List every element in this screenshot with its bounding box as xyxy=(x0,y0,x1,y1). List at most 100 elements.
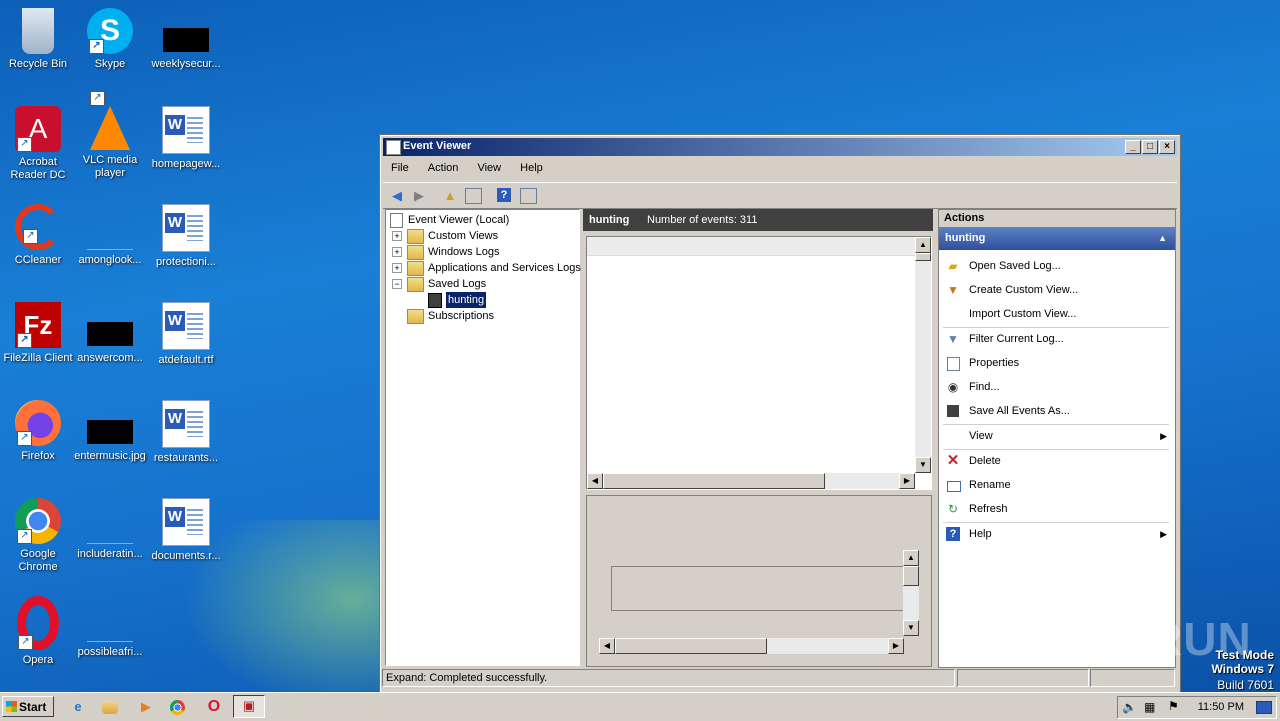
event-details-pane: ▲ ▼ ◀ ▶ xyxy=(586,495,932,667)
desktop-icon-includeratin[interactable]: includeratin... xyxy=(72,498,148,561)
clock[interactable]: 11:50 PM xyxy=(1198,701,1244,713)
action-refresh[interactable]: ↻ Refresh xyxy=(939,498,1175,520)
desktop-icon-entermusic[interactable]: entermusic.jpg xyxy=(72,400,148,463)
expand-icon[interactable]: + xyxy=(392,247,402,257)
action-create-custom-view[interactable]: ▼ Create Custom View... xyxy=(939,279,1175,301)
action-label: View xyxy=(969,430,993,442)
action-label: Find... xyxy=(969,381,1000,393)
show-hide-tree-icon[interactable] xyxy=(465,188,482,204)
desktop-icon-recycle-bin[interactable]: Recycle Bin xyxy=(0,8,76,71)
action-find[interactable]: ◉ Find... xyxy=(939,376,1175,398)
image-thumbnail-icon xyxy=(87,302,133,348)
delete-icon: ✕ xyxy=(946,452,960,469)
help-icon[interactable]: ? xyxy=(497,188,511,202)
horizontal-scrollbar[interactable]: ◀ ▶ xyxy=(599,638,904,654)
desktop-icon-skype[interactable]: S ↗ Skype xyxy=(72,8,148,71)
scroll-right-icon[interactable]: ▶ xyxy=(899,473,915,489)
desktop-icon-restaurants[interactable]: W restaurants... xyxy=(148,400,224,465)
scroll-right-icon[interactable]: ▶ xyxy=(888,638,904,654)
desktop-icon-protectioni[interactable]: W protectioni... xyxy=(148,204,224,269)
desktop-icon-answercom[interactable]: answercom... xyxy=(72,302,148,365)
desktop-icon-amonglook[interactable]: amonglook... xyxy=(72,204,148,267)
desktop-icon-possibleafri[interactable]: possibleafri... xyxy=(72,596,148,659)
menu-file[interactable]: File xyxy=(383,159,417,177)
menu-bar: File Action View Help xyxy=(383,159,1177,179)
action-center-flag-icon[interactable]: ⚑ xyxy=(1168,699,1179,713)
chrome-taskbar-icon[interactable] xyxy=(170,700,185,715)
desktop-icon-opera[interactable]: ↗ Opera xyxy=(0,596,76,667)
action-save-all-events[interactable]: Save All Events As... xyxy=(939,400,1175,422)
event-count: Number of events: 311 xyxy=(647,214,758,226)
word-document-icon: W xyxy=(162,498,210,546)
minimize-button[interactable]: _ xyxy=(1125,140,1141,154)
scroll-down-icon[interactable]: ▼ xyxy=(903,620,919,636)
title-bar[interactable]: Event Viewer _ □ × xyxy=(383,138,1177,156)
scroll-thumb[interactable] xyxy=(603,473,825,489)
forward-arrow-icon[interactable]: ▶ xyxy=(410,187,428,204)
column-header[interactable] xyxy=(587,237,915,256)
icon-label: Skype xyxy=(94,58,126,70)
desktop-icon-vlc[interactable]: ↗ VLC media player xyxy=(72,91,148,180)
desktop-icon-ccleaner[interactable]: ↗ CCleaner xyxy=(0,204,76,267)
icon-label: Google Chrome xyxy=(18,548,58,573)
event-viewer-taskbar-button[interactable]: ▣ xyxy=(233,695,265,718)
action-open-saved-log[interactable]: ▰ Open Saved Log... xyxy=(939,255,1175,277)
maximize-button[interactable]: □ xyxy=(1142,140,1158,154)
scroll-left-icon[interactable]: ◀ xyxy=(587,473,603,489)
menu-view[interactable]: View xyxy=(469,159,509,177)
scroll-thumb[interactable] xyxy=(903,566,919,586)
desktop-icon-firefox[interactable]: ↗ Firefox xyxy=(0,400,76,463)
skype-icon: S ↗ xyxy=(87,8,133,54)
vertical-scrollbar[interactable]: ▲ ▼ xyxy=(903,550,919,636)
collapse-icon[interactable]: − xyxy=(392,279,402,289)
show-hide-action-pane-icon[interactable] xyxy=(520,188,537,204)
desktop-icon-chrome[interactable]: ↗ Google Chrome xyxy=(0,498,76,574)
folder-icon xyxy=(407,277,424,292)
vertical-scrollbar[interactable]: ▲ ▼ xyxy=(915,237,931,473)
blank-file-icon xyxy=(87,596,133,642)
desktop-icon-homepagew[interactable]: W homepagew... xyxy=(148,106,224,171)
save-icon xyxy=(947,405,959,417)
horizontal-scrollbar[interactable]: ◀ ▶ xyxy=(587,473,915,489)
action-view[interactable]: View ▶ xyxy=(939,425,1175,447)
tree-item-label: Subscriptions xyxy=(428,310,495,322)
opera-taskbar-icon[interactable]: O xyxy=(204,697,224,717)
desktop-icon-acrobat[interactable]: A ↗ Acrobat Reader DC xyxy=(0,106,76,182)
action-help[interactable]: ? Help ▶ xyxy=(939,523,1175,545)
events-list[interactable]: ▲ ▼ ◀ ▶ xyxy=(586,236,932,490)
expand-icon[interactable]: + xyxy=(392,263,402,273)
close-button[interactable]: × xyxy=(1159,140,1175,154)
show-desktop-icon[interactable] xyxy=(1256,701,1272,714)
network-icon[interactable]: ▦ xyxy=(1144,700,1155,714)
scroll-up-icon[interactable]: ▲ xyxy=(903,550,919,566)
action-delete[interactable]: ✕ Delete xyxy=(939,450,1175,472)
back-arrow-icon[interactable]: ◀ xyxy=(388,187,406,204)
action-rename[interactable]: Rename xyxy=(939,474,1175,496)
action-properties[interactable]: Properties xyxy=(939,352,1175,374)
desktop-icon-filezilla[interactable]: Fz ↗ FileZilla Client xyxy=(0,302,76,365)
desktop-icon-atdefault[interactable]: W atdefault.rtf xyxy=(148,302,224,367)
scroll-thumb[interactable] xyxy=(615,638,767,654)
desktop-icon-documents[interactable]: W documents.r... xyxy=(148,498,224,563)
volume-icon[interactable]: 🔈 xyxy=(1122,700,1137,714)
action-import-custom-view[interactable]: Import Custom View... xyxy=(939,303,1175,325)
media-player-icon[interactable]: ▶ xyxy=(136,697,156,717)
image-thumbnail-icon xyxy=(163,8,209,54)
desktop-icon-weeklysecur[interactable]: weeklysecur... xyxy=(148,8,224,71)
filter-star-icon: ▼ xyxy=(947,283,959,297)
scroll-down-icon[interactable]: ▼ xyxy=(915,457,931,473)
scroll-thumb[interactable] xyxy=(915,253,931,261)
start-button[interactable]: Start xyxy=(2,696,54,717)
scroll-left-icon[interactable]: ◀ xyxy=(599,638,615,654)
menu-action[interactable]: Action xyxy=(420,159,467,177)
up-folder-icon[interactable]: ▲ xyxy=(441,187,459,204)
menu-help[interactable]: Help xyxy=(512,159,551,177)
actions-section-hunting[interactable]: hunting ▲ xyxy=(939,228,1175,250)
toolbar: ◀ ▶ ▲ ? xyxy=(383,182,1177,209)
action-filter-current-log[interactable]: ▼ Filter Current Log... xyxy=(939,328,1175,350)
expand-icon[interactable]: + xyxy=(392,231,402,241)
internet-explorer-icon[interactable]: e xyxy=(68,697,88,717)
scroll-up-icon[interactable]: ▲ xyxy=(915,237,931,253)
file-explorer-icon[interactable] xyxy=(102,701,118,714)
collapse-arrow-icon[interactable]: ▲ xyxy=(1158,233,1167,243)
